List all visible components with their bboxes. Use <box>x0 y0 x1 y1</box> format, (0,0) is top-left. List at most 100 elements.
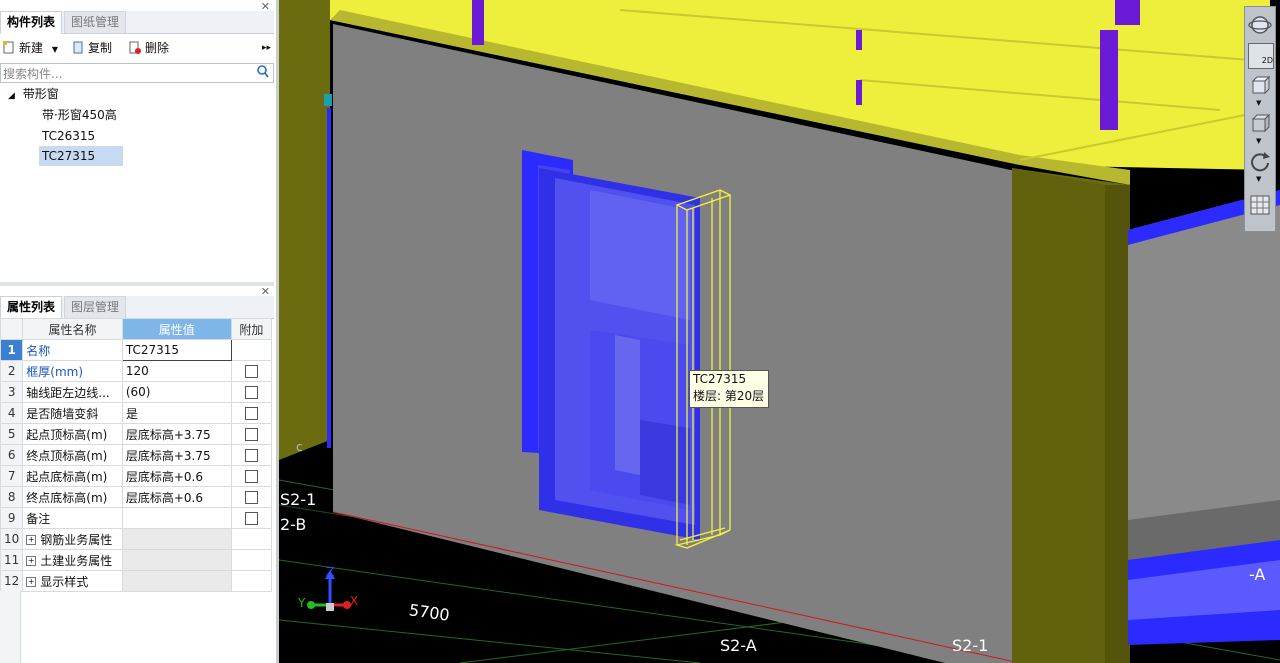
row-number: 11 <box>0 549 24 571</box>
tooltip-name: TC27315 <box>693 372 747 386</box>
search-icon[interactable] <box>257 65 269 79</box>
property-value[interactable]: 层底标高+3.75 <box>121 423 232 445</box>
cube-view-icon[interactable] <box>1248 73 1272 97</box>
table-row[interactable]: 1 名称 TC27315 <box>0 339 273 361</box>
tab-component-list[interactable]: 构件列表 <box>0 11 63 34</box>
row-number: 6 <box>0 444 24 466</box>
delete-button[interactable]: 删除 <box>129 40 169 56</box>
view-2d-button[interactable]: 2D <box>1248 43 1274 69</box>
more-icon[interactable]: ▸▸ <box>262 40 271 56</box>
property-name: 起点底标高(m) <box>22 465 123 487</box>
expand-plus-icon[interactable]: + <box>26 577 37 587</box>
chevron-down-icon[interactable]: ▼ <box>1256 137 1261 145</box>
element-tooltip: TC27315 楼层: 第20层 <box>689 370 769 408</box>
left-panel: 构件列表 图纸管理 ✕ 新建 ▼ 复制 删除 ▸▸ 搜索构件... ◢ 带形窗 … <box>0 0 277 663</box>
tab-property-list[interactable]: 属性列表 <box>0 296 63 319</box>
property-value-header: 属性值 <box>121 318 232 340</box>
tree-item[interactable]: 带·形窗450高 <box>39 105 120 125</box>
table-row[interactable]: 9 备注 <box>0 507 273 529</box>
property-table: 属性名称 属性值 附加 1 名称 TC27315 2 框厚(mm) 120 3 … <box>0 318 273 592</box>
table-row[interactable]: 2 框厚(mm) 120 <box>0 360 273 382</box>
property-value[interactable]: 层底标高+0.6 <box>121 465 232 487</box>
tree-item[interactable]: TC26315 <box>39 126 98 146</box>
property-name: 备注 <box>22 507 123 529</box>
close-icon[interactable]: ✕ <box>261 0 270 13</box>
table-row[interactable]: 6 终点顶标高(m) 层底标高+3.75 <box>0 444 273 466</box>
layer-grid-icon[interactable] <box>1248 193 1272 217</box>
collapse-triangle-icon[interactable]: ◢ <box>8 91 15 101</box>
copy-button[interactable]: 复制 <box>72 40 112 56</box>
property-name: 轴线距左边线... <box>22 381 123 403</box>
expand-plus-icon[interactable]: + <box>26 535 37 545</box>
property-value[interactable]: 是 <box>121 402 232 424</box>
expand-plus-icon[interactable]: + <box>26 556 37 566</box>
property-value[interactable]: 层底标高+0.6 <box>121 486 232 508</box>
new-button-label: 新建 <box>19 41 44 55</box>
extra-cell <box>230 465 273 487</box>
extra-cell <box>230 528 273 550</box>
tab-layer-management[interactable]: 图层管理 <box>64 296 127 318</box>
property-value[interactable]: (60) <box>121 381 232 403</box>
extra-checkbox[interactable] <box>244 470 258 483</box>
property-value[interactable] <box>121 507 232 529</box>
chevron-down-icon[interactable]: ▼ <box>1256 175 1261 183</box>
axis-label-s2-1-top: S2-1 <box>280 490 317 509</box>
new-button[interactable]: 新建 ▼ <box>3 40 58 56</box>
row-number: 8 <box>0 486 24 508</box>
table-row-group[interactable]: 11 + 土建业务属性 <box>0 549 273 571</box>
axis-label-c: c <box>296 440 303 454</box>
tree-root-label: 带形窗 <box>22 87 59 101</box>
property-name-header: 属性名称 <box>22 318 123 340</box>
table-row[interactable]: 4 是否随墙变斜 是 <box>0 402 273 424</box>
table-row[interactable]: 5 起点顶标高(m) 层底标高+3.75 <box>0 423 273 445</box>
group-name[interactable]: + 钢筋业务属性 <box>22 528 123 550</box>
property-name: 名称 <box>22 339 123 361</box>
row-number: 12 <box>0 570 24 592</box>
rotate-icon[interactable] <box>1248 149 1272 173</box>
tab-drawing-management[interactable]: 图纸管理 <box>64 11 127 33</box>
property-value <box>121 528 232 550</box>
extra-checkbox[interactable] <box>244 491 258 504</box>
search-placeholder: 搜索构件... <box>3 67 63 81</box>
delete-icon <box>129 41 141 54</box>
box-view-icon[interactable] <box>1248 111 1272 135</box>
property-extra-header: 附加 <box>230 318 273 340</box>
new-file-icon <box>3 41 14 54</box>
group-label: 显示样式 <box>40 574 89 589</box>
extra-checkbox[interactable] <box>244 449 258 462</box>
orbit-globe-icon[interactable] <box>1248 13 1272 37</box>
row-number-header <box>0 318 24 340</box>
property-name: 起点顶标高(m) <box>22 423 123 445</box>
tree-node-window-group[interactable]: ◢ 带形窗 <box>8 84 59 104</box>
property-name: 框厚(mm) <box>22 360 123 382</box>
row-number: 4 <box>0 402 24 424</box>
component-search-input[interactable]: 搜索构件... <box>0 63 274 83</box>
row-number: 1 <box>0 339 24 361</box>
tree-item-selected[interactable]: TC27315 <box>39 146 123 166</box>
table-row[interactable]: 3 轴线距左边线... (60) <box>0 381 273 403</box>
group-name[interactable]: + 显示样式 <box>22 570 123 592</box>
extra-checkbox[interactable] <box>244 386 258 399</box>
property-name: 终点底标高(m) <box>22 486 123 508</box>
property-value[interactable]: 120 <box>121 360 232 382</box>
table-row-group[interactable]: 12 + 显示样式 <box>0 570 273 592</box>
table-row-group[interactable]: 10 + 钢筋业务属性 <box>0 528 273 550</box>
group-name[interactable]: + 土建业务属性 <box>22 549 123 571</box>
extra-checkbox[interactable] <box>244 365 258 378</box>
dropdown-arrow-icon[interactable]: ▼ <box>52 45 58 54</box>
axis-y-label: Y <box>298 596 306 610</box>
property-value[interactable]: 层底标高+3.75 <box>121 444 232 466</box>
panel-splitter[interactable] <box>0 282 274 286</box>
chevron-down-icon[interactable]: ▼ <box>1256 99 1261 107</box>
copy-icon <box>73 41 83 54</box>
extra-checkbox[interactable] <box>244 407 258 420</box>
property-value-input[interactable]: TC27315 <box>121 339 232 361</box>
extra-checkbox[interactable] <box>244 512 258 525</box>
extra-checkbox[interactable] <box>244 428 258 441</box>
component-tabbar: 构件列表 图纸管理 <box>0 11 274 34</box>
table-row[interactable]: 8 终点底标高(m) 层底标高+0.6 <box>0 486 273 508</box>
table-row[interactable]: 7 起点底标高(m) 层底标高+0.6 <box>0 465 273 487</box>
left-column[interactable] <box>279 0 330 460</box>
row-number: 10 <box>0 528 24 550</box>
3d-viewport[interactable]: S2-1 2-B c 5700 S2-A S2-1 -A Z Y X TC273… <box>279 0 1280 663</box>
